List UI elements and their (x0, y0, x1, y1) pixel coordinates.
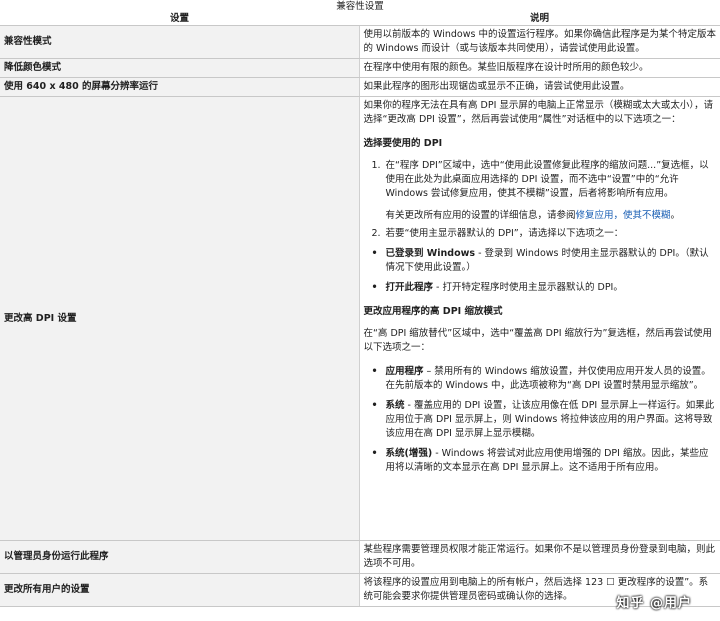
setting-name: 兼容性模式 (0, 25, 360, 59)
list-item: • 应用程序 – 禁用所有的 Windows 缩放设置，并仅使用应用开发人员的设… (371, 366, 711, 391)
table-row: 兼容性模式 使用以前版本的 Windows 中的设置运行程序。如果你确信此程序是… (0, 25, 720, 59)
step-number: 1. (371, 160, 381, 171)
list-item: • 已登录到 Windows - 登录到 Windows 时使用主显示器默认的 … (371, 248, 709, 273)
setting-name: 降低颜色模式 (0, 58, 360, 78)
scaling-mode-intro: 在“高 DPI 缩放替代”区域中，选中“覆盖高 DPI 缩放行为”复选框，然后再… (363, 328, 712, 353)
list-item: 1. 在“程序 DPI”区域中，选中“使用此设置修复此程序的缩放问题...”复选… (372, 159, 717, 201)
step-number: 2. (371, 228, 381, 239)
bullet-icon: • (371, 366, 378, 377)
setting-name: 使用 640 x 480 的屏幕分辨率运行 (0, 77, 360, 97)
setting-description: 某些程序需要管理员权限才能正常运行。如果你不是以管理员身份登录到电脑，则此选项不… (359, 540, 720, 574)
list-item: 2. 若要“使用主显示器默认的 DPI”，请选择以下选项之一： (372, 227, 717, 241)
step-text: 若要“使用主显示器默认的 DPI”，请选择以下选项之一： (385, 228, 624, 239)
header-setting: 设置 (0, 13, 359, 26)
setting-description: 在程序中使用有限的颜色。某些旧版程序在设计时所用的颜色较少。 (359, 58, 720, 78)
note: 有关更改所有应用的设置的详细信息，请参阅修复应用，使其不模糊。 (385, 210, 681, 221)
list-item: • 打开此程序 - 打开特定程序时使用主显示器默认的 DPI。 (371, 282, 623, 293)
compat-settings-table: 设置 说明 兼容性模式 使用以前版本的 Windows 中的设置运行程序。如果你… (0, 13, 720, 607)
bullet-icon: • (371, 248, 378, 259)
setting-name: 更改高 DPI 设置 (0, 96, 360, 541)
dpi-intro: 如果你的程序无法在具有高 DPI 显示屏的电脑上正常显示（模糊或太大或太小），请… (363, 100, 714, 125)
table-row: 使用 640 x 480 的屏幕分辨率运行 如果此程序的图形出现锯齿或显示不正确… (0, 77, 720, 97)
setting-description: 如果此程序的图形出现锯齿或显示不正确，请尝试使用此设置。 (359, 77, 720, 97)
fix-blurry-apps-link[interactable]: 修复应用，使其不模糊 (576, 210, 671, 221)
list-item: • 系统 - 覆盖应用的 DPI 设置，让该应用像在低 DPI 显示屏上一样运行… (371, 400, 715, 439)
setting-description: 使用以前版本的 Windows 中的设置运行程序。如果你确信此程序是为某个特定版… (359, 25, 720, 59)
table-header-row: 设置 说明 (0, 13, 720, 26)
choose-dpi-heading: 选择要使用的 DPI (363, 138, 443, 149)
table-row: 降低颜色模式 在程序中使用有限的颜色。某些旧版程序在设计时所用的颜色较少。 (0, 58, 720, 78)
table-row: 更改所有用户的设置 将该程序的设置应用到电脑上的所有帐户，然后选择 123 ☐ … (0, 573, 720, 607)
bullet-icon: • (371, 448, 378, 459)
watermark: 知乎 @用户 (616, 596, 692, 611)
list-item: • 系统(增强) - Windows 将尝试对此应用使用增强的 DPI 缩放。因… (371, 448, 709, 473)
scaling-mode-heading: 更改应用程序的高 DPI 缩放模式 (363, 306, 503, 317)
table-caption: 兼容性设置 (336, 1, 384, 12)
table-row: 以管理员身份运行此程序 某些程序需要管理员权限才能正常运行。如果你不是以管理员身… (0, 540, 720, 574)
step-text: 在“程序 DPI”区域中，选中“使用此设置修复此程序的缩放问题...”复选框，以… (385, 160, 709, 199)
bullet-icon: • (371, 282, 378, 293)
bullet-icon: • (371, 400, 378, 411)
dpi-description: 如果你的程序无法在具有高 DPI 显示屏的电脑上正常显示（模糊或太大或太小），请… (359, 96, 720, 541)
setting-name: 以管理员身份运行此程序 (0, 540, 360, 574)
setting-name: 更改所有用户的设置 (0, 573, 360, 607)
header-description: 说明 (359, 13, 720, 26)
table-row: 更改高 DPI 设置 如果你的程序无法在具有高 DPI 显示屏的电脑上正常显示（… (0, 96, 720, 541)
